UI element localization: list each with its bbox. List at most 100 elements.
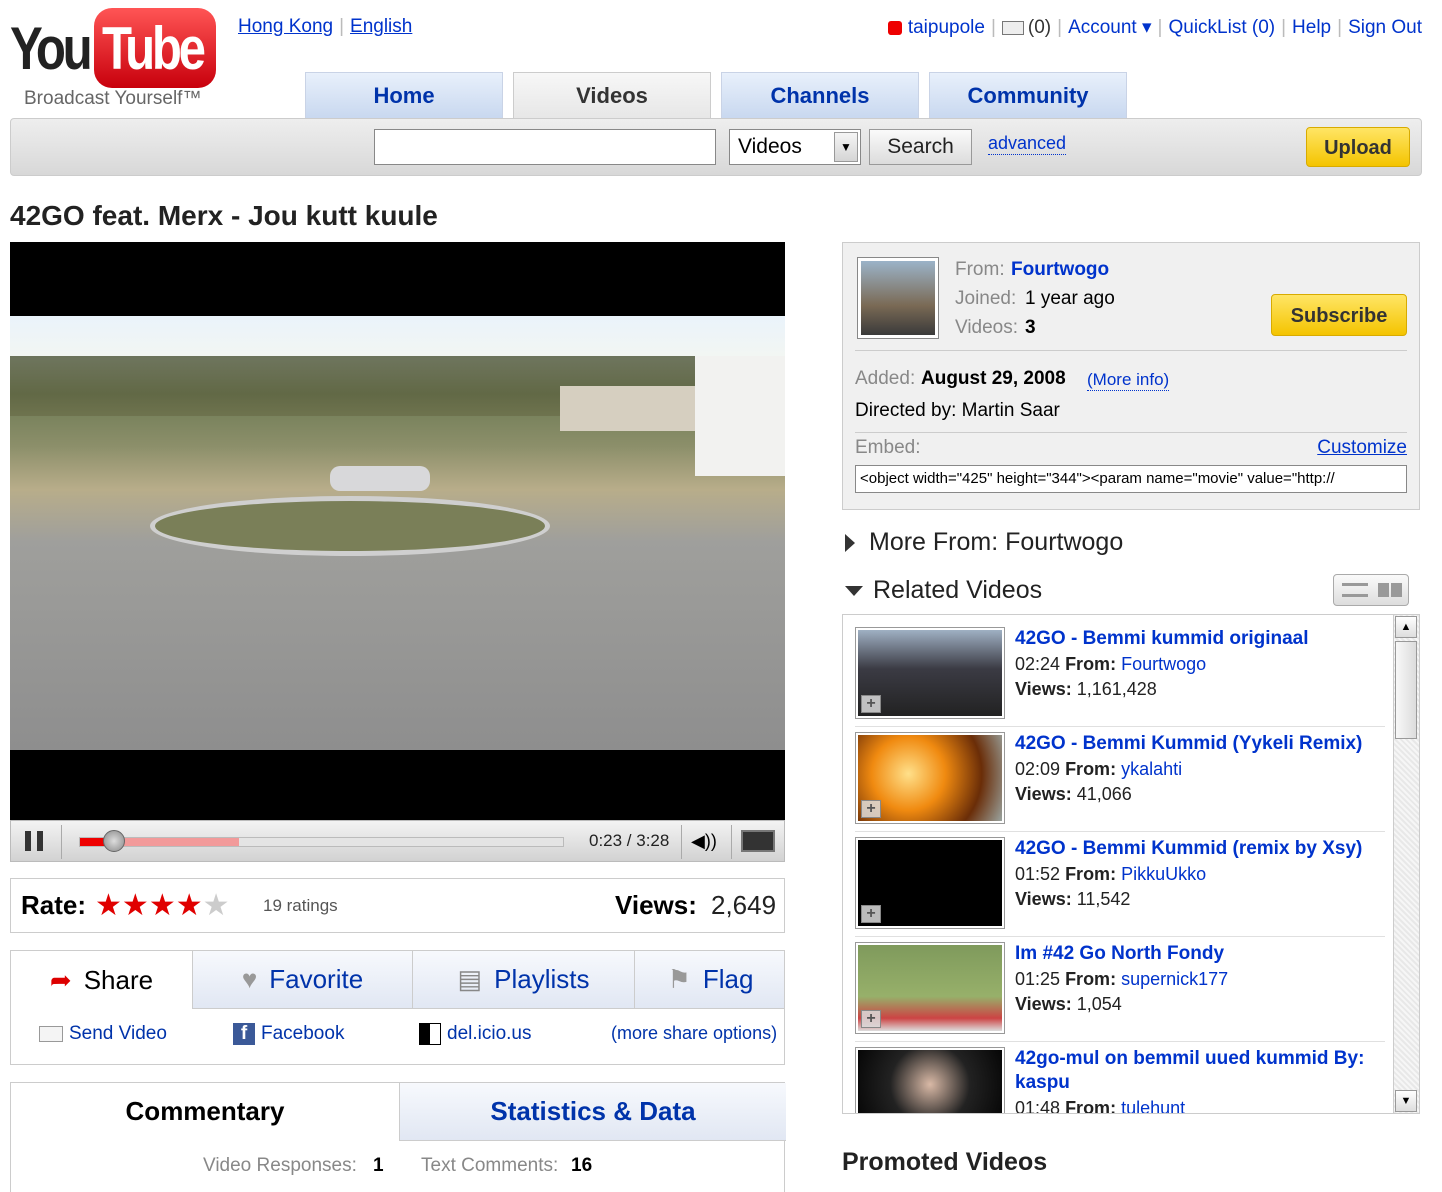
signout-link[interactable]: Sign Out — [1348, 17, 1422, 39]
related-duration: 02:24 — [1015, 654, 1061, 674]
mail-icon[interactable] — [1001, 20, 1024, 35]
related-title[interactable]: 42GO - Bemmi Kummid (Yykeli Remix) — [1015, 732, 1375, 756]
related-from-link[interactable]: tulehunt — [1121, 1098, 1185, 1113]
chevron-down-icon[interactable]: ▼ — [834, 132, 858, 162]
star-icon[interactable]: ★ — [122, 889, 149, 922]
videos-label: Videos: — [955, 317, 1019, 338]
related-title[interactable]: 42GO - Bemmi Kummid (remix by Xsy) — [1015, 837, 1375, 861]
related-from-label: From: — [1065, 864, 1117, 884]
embed-label: Embed: — [855, 437, 921, 458]
controls-divider — [681, 825, 682, 859]
related-from-link[interactable]: ykalahti — [1121, 759, 1182, 779]
search-button[interactable]: Search — [869, 129, 972, 165]
playlist-icon: ▤ — [457, 964, 483, 994]
video-thumbnail[interactable]: + — [855, 1047, 1005, 1113]
list-item[interactable]: + 42go-mul on bemmil uued kummid By: kas… — [855, 1047, 1385, 1114]
locale-link[interactable]: Hong Kong — [238, 16, 333, 37]
send-video-link[interactable]: Send Video — [39, 1023, 167, 1045]
fullscreen-icon[interactable] — [741, 830, 775, 852]
volume-icon[interactable]: ◀)) — [691, 831, 717, 852]
embed-code-field[interactable]: <object width="425" height="344"><param … — [855, 465, 1407, 493]
related-duration: 01:48 — [1015, 1098, 1061, 1114]
search-input[interactable] — [374, 129, 716, 165]
pause-icon-bar[interactable] — [37, 831, 43, 851]
star-icon[interactable]: ★ — [176, 889, 203, 922]
language-link[interactable]: English — [350, 16, 412, 37]
list-view-icon[interactable] — [1342, 583, 1368, 597]
scroll-down-arrow[interactable]: ▼ — [1395, 1090, 1417, 1112]
upload-button[interactable]: Upload — [1306, 127, 1410, 167]
username-link[interactable]: taipupole — [908, 17, 985, 39]
progress-track[interactable] — [79, 830, 564, 852]
scrollbar[interactable]: ▲ ▼ — [1393, 615, 1419, 1113]
more-share-options-link[interactable]: (more share options) — [611, 1023, 777, 1044]
delicious-link[interactable]: del.icio.us — [419, 1023, 532, 1045]
list-divider — [855, 726, 1385, 727]
list-item[interactable]: + 42GO - Bemmi Kummid (remix by Xsy) 01:… — [855, 837, 1385, 937]
tab-commentary[interactable]: Commentary — [11, 1083, 399, 1141]
tab-statistics[interactable]: Statistics & Data — [399, 1083, 786, 1141]
video-thumbnail[interactable]: + — [855, 732, 1005, 824]
help-link[interactable]: Help — [1292, 17, 1331, 39]
more-info-link[interactable]: (More info) — [1087, 370, 1170, 391]
video-thumbnail[interactable]: + — [855, 837, 1005, 929]
flag-tab[interactable]: ⚑ Flag — [635, 951, 784, 1009]
more-from-label: More From: Fourtwogo — [869, 528, 1124, 556]
scroll-thumb[interactable] — [1395, 641, 1417, 739]
more-from-header[interactable]: More From: Fourtwogo — [845, 528, 1123, 557]
youtube-logo[interactable]: You Tube Broadcast Yourself™ — [10, 8, 216, 113]
tab-community[interactable]: Community — [929, 72, 1127, 120]
star-icon[interactable]: ★ — [149, 889, 176, 922]
subscribe-button[interactable]: Subscribe — [1271, 294, 1407, 336]
scroll-up-arrow[interactable]: ▲ — [1395, 616, 1417, 638]
rating-stars[interactable]: ★★★★★ — [95, 891, 230, 921]
star-icon[interactable]: ★ — [203, 889, 230, 922]
related-from-link[interactable]: supernick177 — [1121, 969, 1228, 989]
advanced-search-link[interactable]: advanced — [988, 133, 1067, 155]
add-to-quicklist-icon[interactable]: + — [861, 905, 881, 923]
tab-channels[interactable]: Channels — [721, 72, 919, 120]
flag-icon: ⚑ — [667, 964, 691, 994]
related-title[interactable]: Im #42 Go North Fondy — [1015, 942, 1375, 966]
scrubber-handle[interactable] — [102, 830, 125, 852]
grid-view-icon[interactable] — [1378, 583, 1402, 597]
add-to-quicklist-icon[interactable]: + — [861, 1010, 881, 1028]
favorite-tab[interactable]: ♥ Favorite — [193, 951, 413, 1009]
video-thumbnail[interactable]: + — [855, 627, 1005, 719]
quicklist-link[interactable]: QuickList (0) — [1168, 17, 1275, 39]
video-thumbnail[interactable]: + — [855, 942, 1005, 1034]
search-category-value: Videos — [738, 135, 802, 158]
video-player[interactable] — [10, 242, 785, 822]
logo-tagline: Broadcast Yourself™ — [24, 88, 202, 109]
tab-videos[interactable]: Videos — [513, 72, 711, 120]
related-views-label: Views: — [1015, 994, 1072, 1014]
search-category-select[interactable]: Videos ▼ — [729, 129, 861, 165]
star-icon[interactable]: ★ — [95, 889, 122, 922]
tab-home[interactable]: Home — [305, 72, 503, 120]
inbox-link[interactable]: (0) — [1028, 17, 1051, 39]
related-from-link[interactable]: PikkuUkko — [1121, 864, 1206, 884]
playlists-tab[interactable]: ▤ Playlists — [413, 951, 635, 1009]
related-title[interactable]: 42GO - Bemmi kummid originaal — [1015, 627, 1375, 651]
player-controls: 0:23 / 3:28 ◀)) — [10, 820, 785, 862]
share-tab[interactable]: ➦ Share — [11, 951, 193, 1009]
related-title[interactable]: 42go-mul on bemmil uued kummid By: kaspu — [1015, 1047, 1375, 1095]
channel-link[interactable]: Fourtwogo — [1011, 259, 1109, 281]
account-menu[interactable]: Account ▾ — [1068, 16, 1151, 39]
related-from-link[interactable]: Fourtwogo — [1121, 654, 1206, 674]
facebook-link[interactable]: f Facebook — [233, 1023, 344, 1045]
add-to-quicklist-icon[interactable]: + — [861, 695, 881, 713]
joined-value: 1 year ago — [1025, 288, 1115, 309]
pause-icon[interactable] — [25, 831, 31, 851]
video-roundabout — [150, 496, 550, 556]
channel-avatar[interactable] — [857, 257, 939, 339]
list-item[interactable]: + 42GO - Bemmi Kummid (Yykeli Remix) 02:… — [855, 732, 1385, 832]
related-header[interactable]: Related Videos — [845, 576, 1042, 605]
add-to-quicklist-icon[interactable]: + — [861, 800, 881, 818]
from-label: From: — [955, 259, 1005, 280]
list-item[interactable]: + Im #42 Go North Fondy 01:25 From: supe… — [855, 942, 1385, 1042]
list-item[interactable]: + 42GO - Bemmi kummid originaal 02:24 Fr… — [855, 627, 1385, 727]
rating-box: Rate: ★★★★★ 19 ratings Views: 2,649 — [10, 878, 785, 933]
customize-link[interactable]: Customize — [1317, 437, 1407, 459]
favorite-label: Favorite — [269, 964, 364, 994]
